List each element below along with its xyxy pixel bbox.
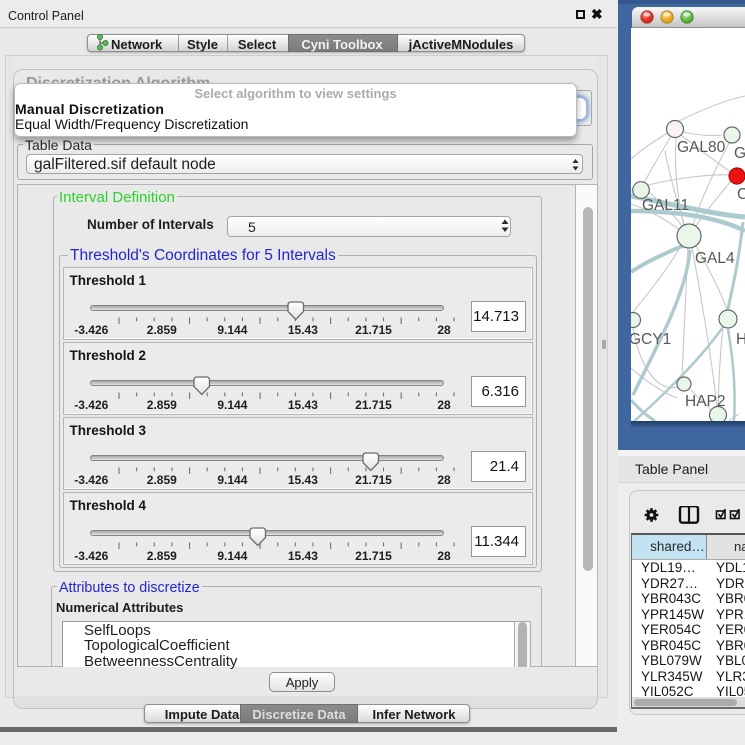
svg-text:HAP2: HAP2 [685, 393, 726, 410]
svg-text:GAL80: GAL80 [677, 139, 726, 156]
svg-text:H: H [736, 331, 745, 348]
svg-text:C: C [737, 186, 745, 203]
svg-text:GAL4: GAL4 [695, 250, 735, 267]
svg-text:GAL11: GAL11 [642, 197, 689, 214]
svg-text:GA: GA [734, 145, 745, 162]
svg-text:GCY1: GCY1 [631, 331, 671, 348]
